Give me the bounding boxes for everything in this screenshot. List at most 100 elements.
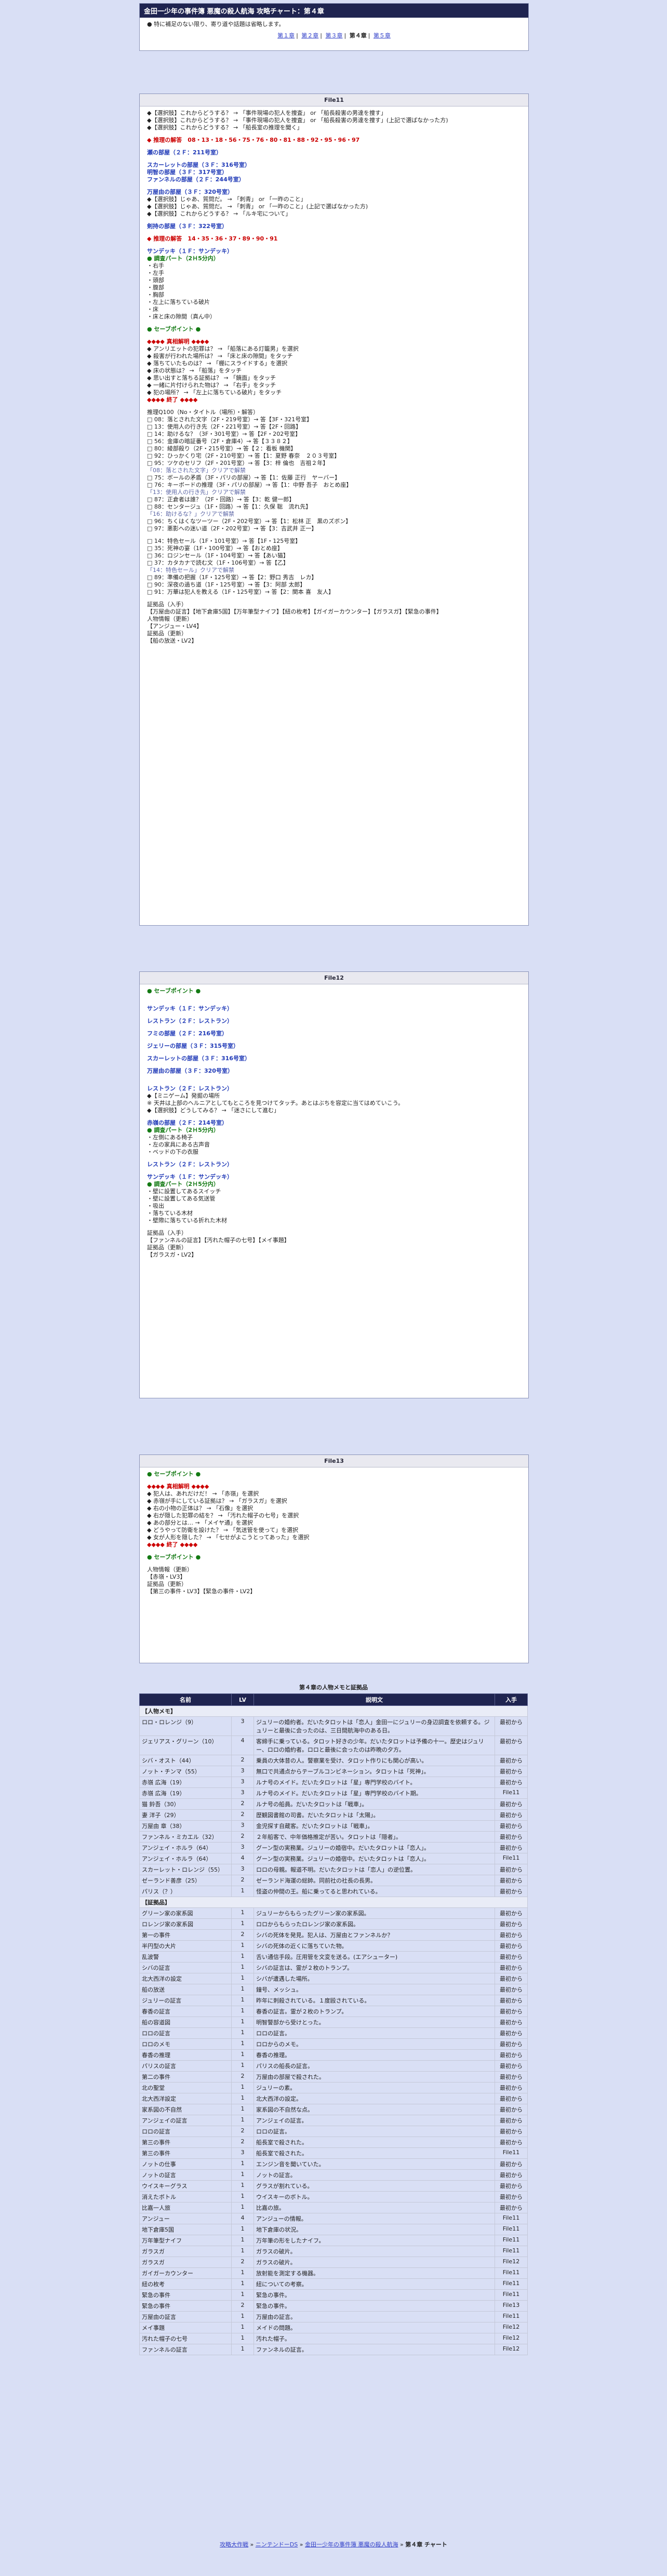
- table-cell: 1: [231, 1962, 254, 1973]
- table-cell: アンジューの情報。: [254, 2213, 495, 2224]
- table-cell: 地下倉庫5国: [139, 2224, 232, 2235]
- table-cell: 比嘉一人旅: [139, 2202, 232, 2213]
- footer-link-2[interactable]: ニンテンドーDS: [256, 2541, 298, 2548]
- table-cell: ルナ号のメイド。だいたタロットは「星」専門学校のバイト期。: [254, 1787, 495, 1799]
- table-cell: 1: [231, 1907, 254, 1919]
- file12-line: [147, 995, 521, 1000]
- file12-line: [147, 1114, 521, 1119]
- table-cell: File11: [495, 2267, 528, 2279]
- table-cell: 春香の証言。霊が２枚のトランプ。: [254, 2006, 495, 2017]
- table-cell: メイ事題: [139, 2322, 232, 2333]
- table-cell: 最初から: [495, 1755, 528, 1766]
- table-row: 紐の枚考 1 紐についての考察。 File11: [139, 2278, 528, 2290]
- file11-line: 「14：特色セール」クリアで解禁: [147, 567, 234, 573]
- col-lv: LV: [231, 1693, 254, 1706]
- table-cell: 1: [231, 2006, 254, 2017]
- table-cell: 最初から: [495, 2082, 528, 2093]
- memo-table: 名前 LV 説明文 入手 【人物メモ】 ロロ・ロレンジ（9） 3 ジュリーの婚約者。だ…: [139, 1693, 528, 2355]
- file11-line: □ 90：深夜の過ち道（1F・125号室）→ 答【3：阿部 太郎】: [147, 581, 306, 588]
- file13-line: ◆◆◆◆ 真相解明 ◆◆◆◆: [147, 1483, 209, 1490]
- table-cell: 1: [231, 2344, 254, 2355]
- file12-line: レストラン（２Ｆ：レストラン）: [147, 1018, 233, 1024]
- file11-line: ◆【選択肢】これからどうする？ → 「船長室の推理を聞く」: [147, 124, 303, 131]
- table-cell: 最初から: [495, 1984, 528, 1995]
- chapter-link-2[interactable]: 第２章: [301, 32, 318, 39]
- table-cell: 最初から: [495, 1940, 528, 1952]
- file11-line: □ 14：特色セール（1F・101号室）→ 答【1F・125号室】: [147, 538, 301, 544]
- footer-link-1[interactable]: 攻略大作戦: [220, 2541, 248, 2548]
- table-cell: File13: [495, 2300, 528, 2312]
- table-row: ノットの証言 1 ノットの証言。 最初から: [139, 2169, 528, 2181]
- table-cell: 妻 洋子（29）: [139, 1809, 232, 1821]
- table-cell: 緊急の事件: [139, 2289, 232, 2301]
- table-cell: 1: [231, 1984, 254, 1995]
- file12-line: ◆【ミニゲーム】発掘の場所: [147, 1092, 220, 1099]
- table-cell: 昨年に刺殺されている。１度殴されている。: [254, 1995, 495, 2006]
- file11-line: □ 08：落とされた文字（2F・219号室）→ 答【3F・321号室】: [147, 416, 313, 423]
- table-row: 第三の事件 3 船長室で殺された。 File11: [139, 2147, 528, 2159]
- file11-line: 「08：落とされた文字」クリアで解禁: [147, 467, 246, 474]
- table-row: 船の放送 1 鐘号、メッシュ。 最初から: [139, 1984, 528, 1995]
- table-cell: グーン型の実務業。ジュリーの婚宿中。だいたタロットは「恋人」。: [254, 1842, 495, 1853]
- file12-line: ・ベッドの下の衣服: [147, 1149, 198, 1155]
- file11-line: 「16：助けるな？」クリアで解禁: [147, 511, 234, 517]
- table-row: アンジュー 4 アンジューの情報。 File11: [139, 2213, 528, 2224]
- col-desc: 説明文: [254, 1693, 495, 1706]
- file13-line: 【第三の事件・LV3】【緊急の事件・LV2】: [147, 1588, 256, 1595]
- file11-line: □ 13：使用人の行き先（2F・221号室）→ 答【2F・回路】: [147, 423, 302, 430]
- file12-line: ● セーブポイント ●: [147, 987, 201, 994]
- file11-line: 【万屋由の証言】【地下倉庫5国】【万年筆型ナイフ】【紐の枚考】【ガイガーカウンタ…: [147, 608, 442, 615]
- chapter-link-1[interactable]: 第１章: [277, 32, 295, 39]
- table-cell: File11: [495, 2289, 528, 2301]
- table-cell: 最初から: [495, 1798, 528, 1810]
- table-cell: アンジェイの証言: [139, 2115, 232, 2126]
- chapter-link-3[interactable]: 第３章: [326, 32, 343, 39]
- table-cell: ウイスキーグラス: [139, 2180, 232, 2192]
- table-cell: シバの死体を発見。犯人は、万屋由とファンネルか？: [254, 1929, 495, 1941]
- file11-line: ファンネルの部屋（２Ｆ：244号室）: [147, 176, 245, 183]
- table-cell: 2: [231, 2071, 254, 2083]
- file11-line: ◆【選択肢】じゃあ、質問だ。 → 「刺青」 or 「一昨のこと」: [147, 196, 306, 203]
- table-cell: File11: [495, 2246, 528, 2257]
- table-section-row: 【証拠品】: [139, 1897, 528, 1908]
- file12-line: ・壁に設置してある気送管: [147, 1195, 216, 1202]
- table-cell: 比嘉の旅。: [254, 2202, 495, 2213]
- file11-line: ◆ 犯の場所？ → 「左上に落ちている破片」をタッチ: [147, 389, 282, 396]
- table-cell: 1: [231, 2104, 254, 2115]
- chapter-link-5[interactable]: 第５章: [373, 32, 391, 39]
- table-cell: File11: [495, 1787, 528, 1799]
- table-cell: ロロの母親。報道不明。だいたタロットは「恋人」の逆位置。: [254, 1864, 495, 1875]
- table-cell: グーン型の実務業。ジュリーの婚宿中。だいたタロットは「恋人」。: [254, 1853, 495, 1864]
- file13-line: ◆ 右の小物の正体は？ → 「石像」を選択: [147, 1505, 254, 1512]
- table-cell: 紐についての考察。: [254, 2278, 495, 2290]
- file12-line: [147, 1050, 521, 1055]
- table-row: ロロの証言 2 ロロの証言。 最初から: [139, 2126, 528, 2137]
- table-cell: パリス（？）: [139, 1886, 232, 1897]
- table-row: ジェリアス・グリーン（10） 4 客締手に乗っている。タロット好きの少年。だいたタロ…: [139, 1736, 528, 1755]
- table-cell: ノット・チンマ（55）: [139, 1766, 232, 1777]
- table-cell: 最初から: [495, 2115, 528, 2126]
- table-cell: ジュリーからもらったグリーン家の家系図。: [254, 1907, 495, 1919]
- table-row: ウイスキーグラス 1 グラスが割れている。 最初から: [139, 2180, 528, 2192]
- file13-content: ● セーブポイント ● ◆◆◆◆ 真相解明 ◆◆◆◆ ◆ 犯人は、あれだけだ！ → …: [140, 1467, 528, 1598]
- table-cell: 1: [231, 2333, 254, 2344]
- table-cell: 最初から: [495, 1842, 528, 1853]
- footer-link-3[interactable]: 金田一少年の事件簿 悪魔の殺人航海: [305, 2541, 398, 2548]
- table-cell: ロロの証言。: [254, 2126, 495, 2137]
- table-cell: ロロからもらったロレンジ家の家系図。: [254, 1918, 495, 1930]
- table-cell: 2: [231, 2300, 254, 2312]
- table-cell: 紐の枚考: [139, 2278, 232, 2290]
- file11-line: ・左上に落ちている破片: [147, 299, 210, 305]
- file13-line: [147, 1561, 521, 1566]
- table-cell: 汚れた帽子。: [254, 2333, 495, 2344]
- table-cell: 1: [231, 2082, 254, 2093]
- table-cell: ロロの証言: [139, 2126, 232, 2137]
- file11-line: ● 調査パート（2Ｈ5分内）: [147, 255, 219, 262]
- table-title: 第４章の人物メモと証拠品: [299, 1684, 368, 1691]
- table-cell: グラスが割れている。: [254, 2180, 495, 2192]
- table-cell: File11: [495, 2311, 528, 2323]
- file11-line: ◆ 推理の解答 14・35・36・37・89・90・91: [147, 235, 278, 242]
- table-cell: 1: [231, 2169, 254, 2181]
- file11-line: [147, 321, 521, 326]
- table-cell: 第三の事件: [139, 2147, 232, 2159]
